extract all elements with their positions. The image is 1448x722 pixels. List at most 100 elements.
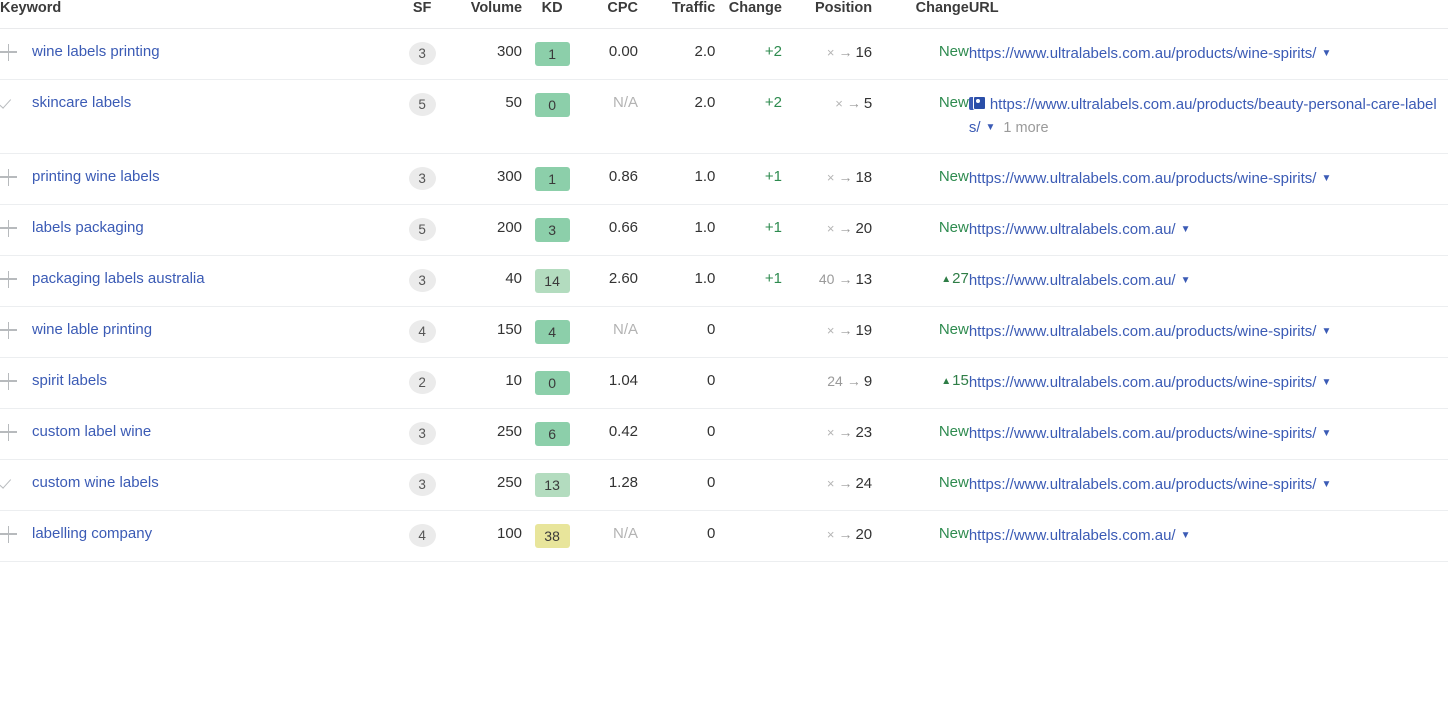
keyword-link[interactable]: packaging labels australia xyxy=(32,269,205,289)
position-cell: 24 → 9 xyxy=(782,358,872,409)
chevron-down-icon[interactable]: ▼ xyxy=(1316,167,1331,190)
keyword-link[interactable]: custom wine labels xyxy=(32,473,159,493)
chevron-down-icon[interactable]: ▼ xyxy=(1176,218,1191,241)
column-header-position[interactable]: Position xyxy=(781,0,873,29)
url-link[interactable]: https://www.ultralabels.com.au/products/… xyxy=(969,170,1317,187)
sf-cell: 5 xyxy=(400,80,445,154)
column-header-kd[interactable]: KD xyxy=(522,0,583,29)
arrow-right-icon: → xyxy=(838,44,853,60)
keyword-link[interactable]: labelling company xyxy=(32,524,152,544)
header-row: Keyword SF Volume KD CPC Traffic Change … xyxy=(0,0,1448,29)
chevron-down-icon[interactable]: ▼ xyxy=(1316,422,1331,445)
volume-cell: 50 xyxy=(505,94,523,111)
chevron-down-icon[interactable]: ▼ xyxy=(1316,473,1331,496)
sf-badge[interactable]: 3 xyxy=(408,473,436,496)
column-header-traffic[interactable]: Traffic xyxy=(638,0,716,29)
chevron-down-icon[interactable]: ▼ xyxy=(1316,42,1331,65)
plus-icon[interactable] xyxy=(0,422,18,442)
kd-cell: 3 xyxy=(522,205,582,256)
keyword-link[interactable]: printing wine labels xyxy=(32,167,160,187)
url-link[interactable]: https://www.ultralabels.com.au/products/… xyxy=(969,45,1317,62)
volume-cell: 300 xyxy=(497,43,523,60)
column-header-keyword[interactable]: Keyword xyxy=(0,0,400,29)
keyword-cell: skincare labels xyxy=(0,80,400,154)
keyword-link[interactable]: custom label wine xyxy=(32,422,151,442)
volume-cell: 250 xyxy=(497,474,523,491)
column-header-position-change[interactable]: Change xyxy=(872,0,969,29)
position-current: 23 xyxy=(855,424,873,441)
keyword-cell: printing wine labels xyxy=(0,154,400,205)
keyword-link[interactable]: spirit labels xyxy=(32,371,107,391)
column-header-volume[interactable]: Volume xyxy=(444,0,523,29)
column-header-traffic-change[interactable]: Change xyxy=(715,0,782,29)
plus-icon[interactable] xyxy=(0,269,18,289)
keyword-link[interactable]: wine labels printing xyxy=(32,42,160,62)
more-urls-count[interactable]: 1 more xyxy=(995,120,1048,136)
url-cell: https://www.ultralabels.com.au/products/… xyxy=(969,409,1448,460)
sf-badge[interactable]: 4 xyxy=(408,524,436,547)
url-link[interactable]: https://www.ultralabels.com.au/products/… xyxy=(969,476,1317,493)
url-link[interactable]: https://www.ultralabels.com.au/ xyxy=(969,221,1176,238)
sf-badge[interactable]: 2 xyxy=(408,371,436,394)
chevron-down-icon[interactable]: ▼ xyxy=(1176,524,1191,547)
kd-cell: 1 xyxy=(522,154,582,205)
url-cell: https://www.ultralabels.com.au/products/… xyxy=(969,307,1448,358)
column-header-url[interactable]: URL xyxy=(968,0,1448,29)
keyword-link[interactable]: wine lable printing xyxy=(32,320,152,340)
sf-cell: 2 xyxy=(400,358,445,409)
position-change-cell: ▲27 xyxy=(872,256,969,307)
arrow-right-icon: → xyxy=(838,526,853,542)
url-link[interactable]: https://www.ultralabels.com.au/products/… xyxy=(969,425,1317,442)
kd-badge: 0 xyxy=(534,93,570,117)
sf-badge[interactable]: 3 xyxy=(408,269,436,292)
plus-icon[interactable] xyxy=(0,371,18,391)
url-link[interactable]: https://www.ultralabels.com.au/products/… xyxy=(969,374,1317,391)
plus-icon[interactable] xyxy=(0,167,18,187)
sf-badge[interactable]: 5 xyxy=(408,93,436,116)
cpc-cell: 0.86 xyxy=(608,168,639,185)
chevron-down-icon[interactable]: ▼ xyxy=(1316,320,1331,343)
keyword-cell: custom wine labels xyxy=(0,460,400,511)
chevron-down-icon[interactable]: ▼ xyxy=(1316,371,1331,394)
volume-cell: 100 xyxy=(497,525,523,542)
traffic-change-cell: +2 xyxy=(764,43,782,60)
plus-icon[interactable] xyxy=(0,524,18,544)
kd-cell: 0 xyxy=(522,80,582,154)
url-link[interactable]: https://www.ultralabels.com.au/ xyxy=(969,527,1176,544)
traffic-change-cell xyxy=(715,409,782,460)
volume-cell: 150 xyxy=(497,321,523,338)
table-row: labels packaging 5 200 3 0.66 1.0 +1 × → 20 New htt… xyxy=(0,205,1448,256)
keyword-link[interactable]: skincare labels xyxy=(32,93,131,113)
plus-icon[interactable] xyxy=(0,320,18,340)
chevron-down-icon[interactable]: ▼ xyxy=(981,116,996,139)
traffic-change-cell: +1 xyxy=(764,168,782,185)
table-row: spirit labels 2 10 0 1.04 0 24 → 9 ▲15 https://www… xyxy=(0,358,1448,409)
chevron-down-icon[interactable]: ▼ xyxy=(1176,269,1191,292)
kd-badge: 6 xyxy=(534,422,570,446)
sf-badge[interactable]: 4 xyxy=(408,320,436,343)
position-change-cell: New xyxy=(872,307,969,358)
kd-cell: 1 xyxy=(522,29,582,80)
cpc-cell: N/A xyxy=(613,321,639,338)
position-change-cell: New xyxy=(872,80,969,154)
arrow-right-icon: → xyxy=(838,220,853,236)
column-header-cpc[interactable]: CPC xyxy=(582,0,639,29)
sf-cell: 3 xyxy=(400,154,445,205)
cpc-cell: 0.00 xyxy=(608,43,639,60)
keyword-link[interactable]: labels packaging xyxy=(32,218,144,238)
plus-icon[interactable] xyxy=(0,42,18,62)
sf-badge[interactable]: 3 xyxy=(408,422,436,445)
traffic-cell: 0 xyxy=(707,525,716,542)
sf-badge[interactable]: 3 xyxy=(408,42,436,65)
plus-icon[interactable] xyxy=(0,218,18,238)
volume-cell: 200 xyxy=(497,219,523,236)
keyword-cell: wine lable printing xyxy=(0,307,400,358)
sf-badge[interactable]: 3 xyxy=(408,167,436,190)
arrow-right-icon: → xyxy=(846,95,861,111)
check-icon[interactable] xyxy=(0,93,18,113)
sf-badge[interactable]: 5 xyxy=(408,218,436,241)
check-icon[interactable] xyxy=(0,473,18,493)
url-link[interactable]: https://www.ultralabels.com.au/ xyxy=(969,272,1176,289)
url-link[interactable]: https://www.ultralabels.com.au/products/… xyxy=(969,323,1317,340)
column-header-sf[interactable]: SF xyxy=(399,0,445,29)
